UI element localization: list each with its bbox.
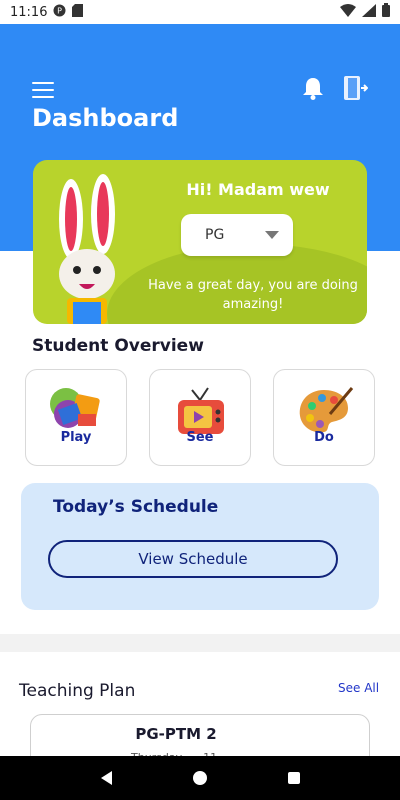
back-icon[interactable] xyxy=(100,771,112,785)
see-all-link[interactable]: See All xyxy=(338,681,379,695)
signal-icon xyxy=(362,3,376,21)
status-bar: 11:16 P xyxy=(0,0,400,24)
home-icon[interactable] xyxy=(192,771,207,785)
schedule-title: Today’s Schedule xyxy=(53,497,219,517)
chevron-down-icon xyxy=(265,231,279,239)
hamburger-menu-icon[interactable] xyxy=(32,82,54,98)
greeting-card: Hi! Madam wew PG Have a great day, you a… xyxy=(33,160,367,324)
bunny-mascot-icon xyxy=(43,174,143,324)
logout-icon[interactable] xyxy=(340,74,369,102)
status-left: 11:16 P xyxy=(10,3,84,21)
student-overview-title: Student Overview xyxy=(32,336,204,356)
svg-text:P: P xyxy=(58,6,63,15)
schedule-card: Today’s Schedule View Schedule xyxy=(21,483,379,610)
sd-card-icon xyxy=(72,3,84,21)
view-schedule-button[interactable]: View Schedule xyxy=(48,540,338,578)
overview-label-do: Do xyxy=(314,430,334,445)
battery-icon xyxy=(382,3,390,21)
greeting-text: Hi! Madam wew xyxy=(186,180,330,199)
greeting-subtitle: Have a great day, you are doing amazing! xyxy=(148,278,358,312)
overview-card-play[interactable]: Play xyxy=(25,369,127,466)
plan-name: PG-PTM 2 xyxy=(135,725,217,743)
bell-icon[interactable] xyxy=(302,76,324,100)
recent-apps-icon[interactable] xyxy=(287,772,300,784)
status-right xyxy=(340,3,390,21)
notification-app-icon: P xyxy=(53,4,66,21)
overview-label-see: See xyxy=(186,430,214,445)
wifi-icon xyxy=(340,3,356,21)
teaching-plan-title: Teaching Plan xyxy=(19,681,136,701)
class-dropdown-value: PG xyxy=(205,227,225,243)
class-dropdown[interactable]: PG xyxy=(181,214,293,256)
status-time: 11:16 xyxy=(10,4,48,20)
overview-label-play: Play xyxy=(60,430,92,445)
page-title: Dashboard xyxy=(32,104,179,132)
overview-card-see[interactable]: See xyxy=(149,369,251,466)
system-nav-bar xyxy=(0,756,400,800)
overview-card-do[interactable]: Do xyxy=(273,369,375,466)
section-divider xyxy=(0,634,400,652)
